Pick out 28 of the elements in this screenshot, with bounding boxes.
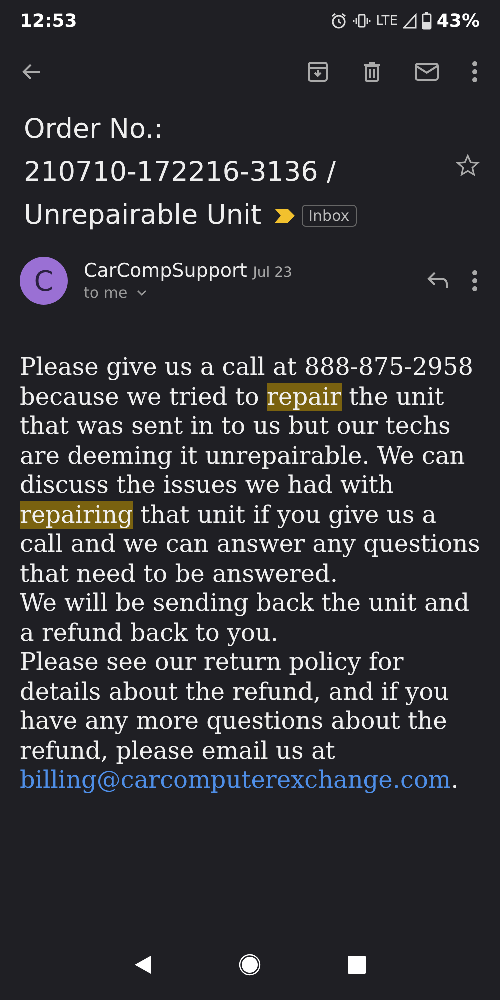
more-icon <box>472 270 478 292</box>
home-nav-icon[interactable] <box>238 954 261 976</box>
back-nav-icon[interactable] <box>134 955 152 975</box>
message-paragraph: Please see our return policy for details about the refund, and if you have any more questions about the refund, please email us at billing@carcomputerexchange.com. <box>20 648 460 796</box>
status-time: 12:53 <box>20 10 78 32</box>
inbox-label[interactable]: Inbox <box>302 204 357 226</box>
star-icon <box>456 154 480 178</box>
alarm-icon <box>330 12 348 30</box>
email-subject: 210710-172216-3136 / <box>24 156 336 190</box>
battery-icon <box>422 12 432 30</box>
archive-icon <box>306 60 330 84</box>
recents-nav-icon[interactable] <box>348 956 366 974</box>
message-paragraph: We will be sending back the unit and a refund back to you. <box>20 589 471 648</box>
recipient-toggle[interactable]: to me <box>84 284 148 302</box>
more-icon <box>472 61 478 83</box>
sender-avatar: C <box>20 257 68 305</box>
signal-icon <box>402 13 417 29</box>
sender-name: CarCompSupport <box>84 260 248 282</box>
email-date: Jul 23 <box>253 265 292 281</box>
vibrate-icon <box>353 12 372 30</box>
message-paragraph: Please give us a call at 888-875-2958 because we tried to repair the unit that was sent in to us but our techs are deeming it unrepairable. We can discuss the issues we had with repairing that unit if you give us a call and we can answer any questions that need to be answered. <box>20 353 482 589</box>
chevron-down-icon <box>136 289 148 297</box>
network-type: LTE <box>376 14 398 28</box>
email-subject: Unrepairable Unit <box>24 199 262 233</box>
battery-percent: 43% <box>436 10 480 32</box>
email-subject: Order No.: <box>24 113 164 147</box>
envelope-icon <box>414 60 440 84</box>
email-link[interactable]: billing@carcomputerexchange.com <box>20 766 452 794</box>
